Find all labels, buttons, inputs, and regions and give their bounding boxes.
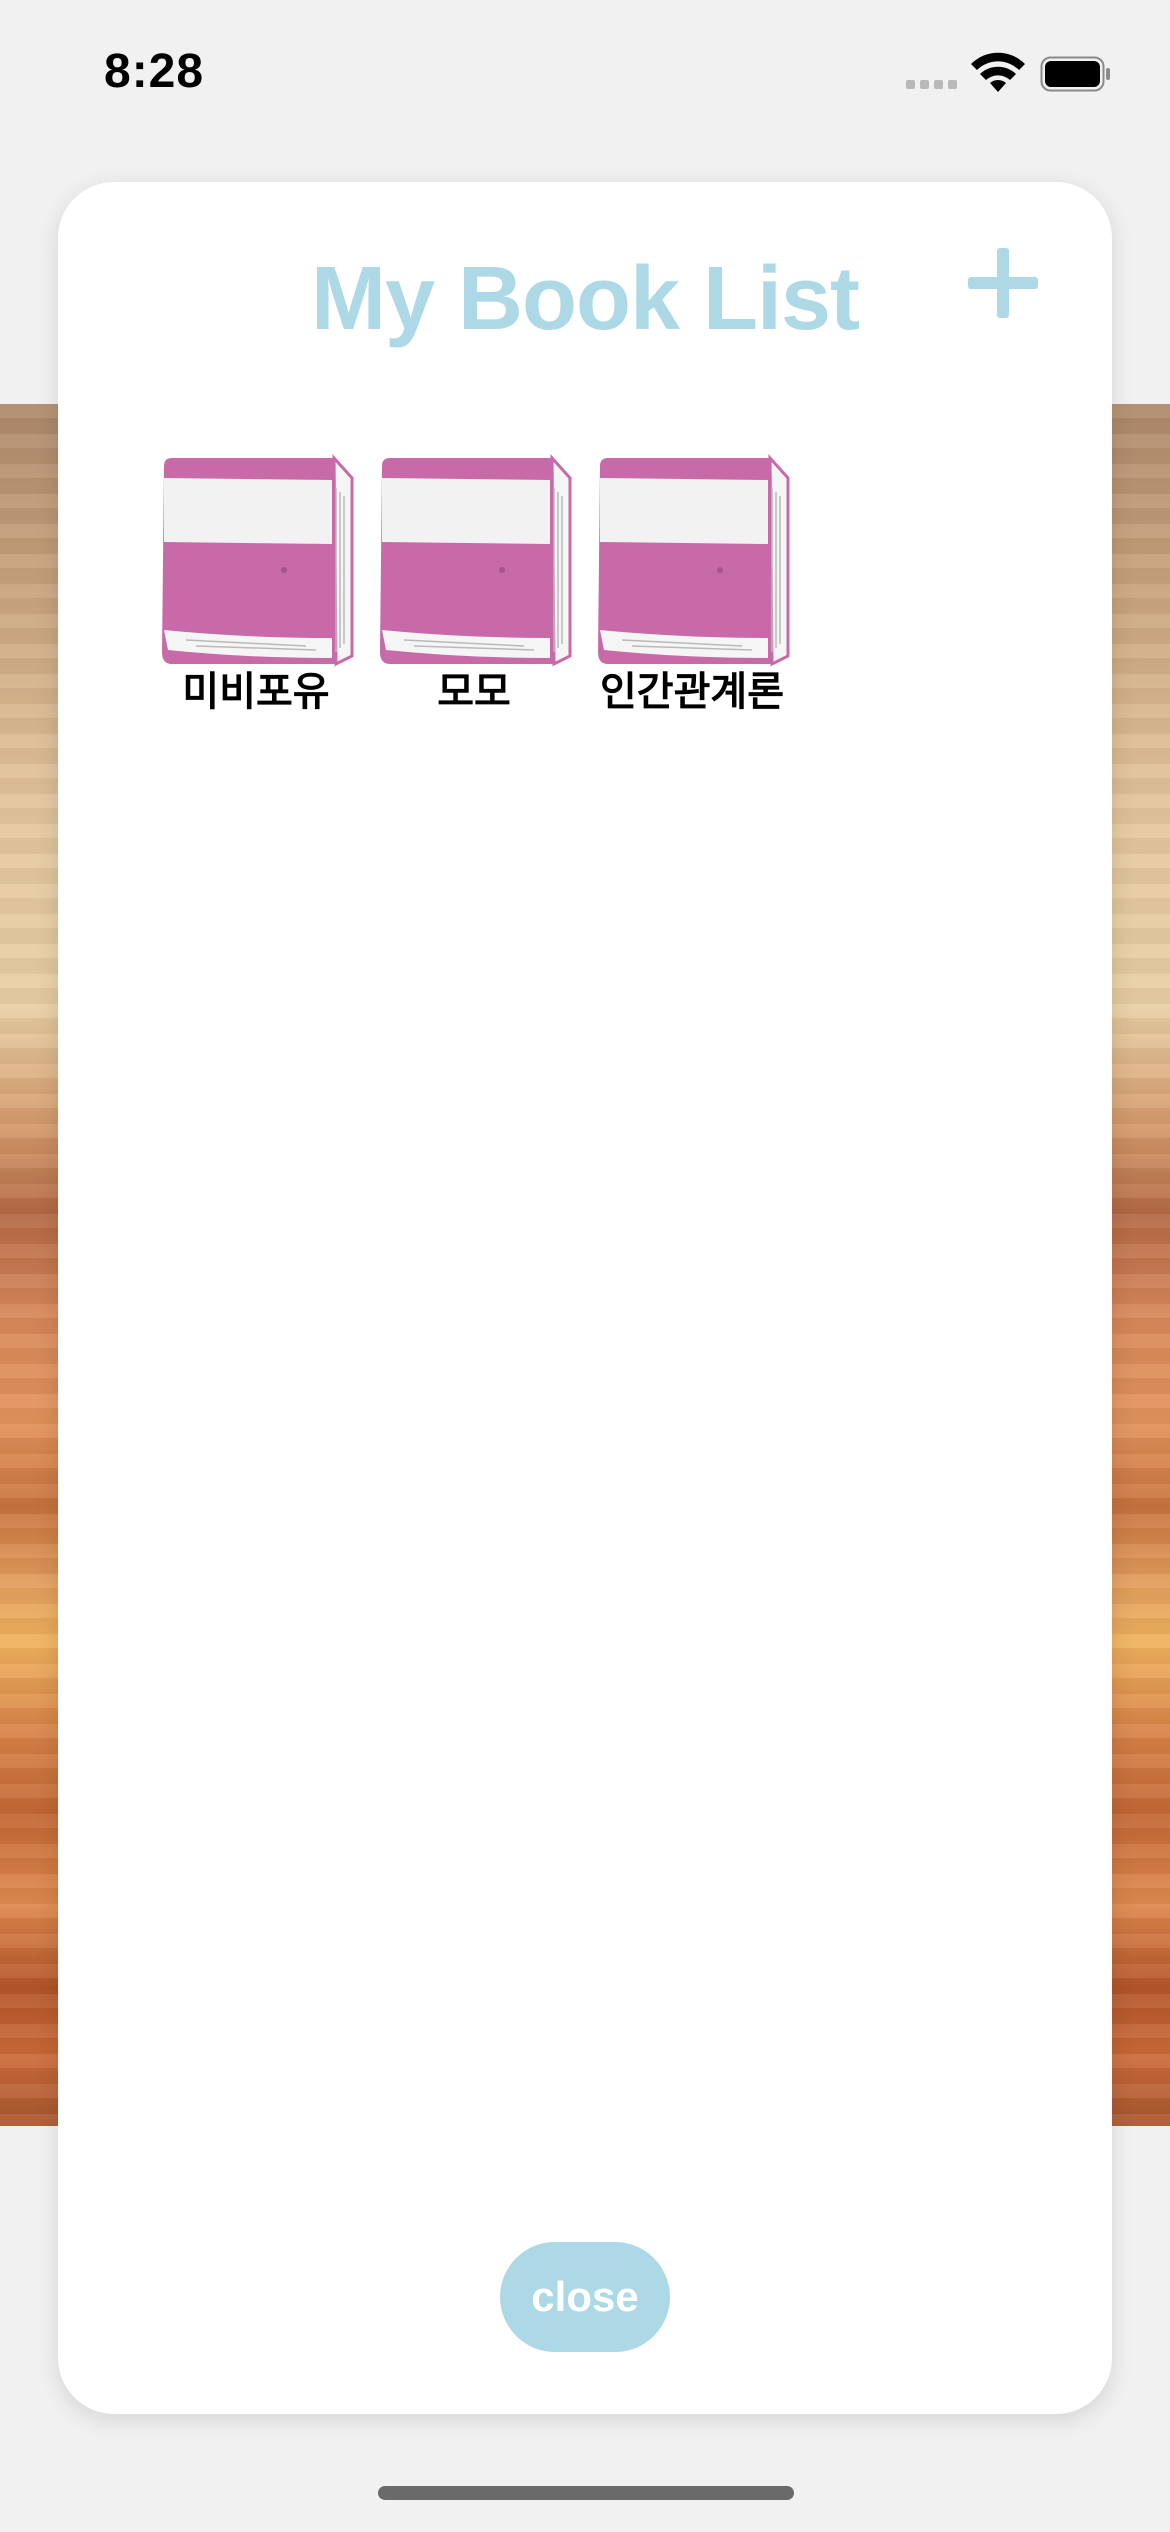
book-grid: 미비포유 모모 인간관계론 <box>156 452 792 714</box>
book-icon <box>380 454 572 667</box>
add-book-button[interactable] <box>958 238 1048 328</box>
book-item[interactable]: 인간관계론 <box>592 452 792 714</box>
book-title: 모모 <box>437 669 511 715</box>
book-title: 인간관계론 <box>600 669 784 715</box>
cellular-signal-icon <box>906 80 957 89</box>
book-icon <box>162 454 354 667</box>
book-title: 미비포유 <box>182 669 330 715</box>
status-bar: 8:28 <box>0 0 1170 150</box>
home-indicator[interactable] <box>378 2486 794 2500</box>
book-list-modal: My Book List 미비포유 모모 인간관계론 close <box>58 182 1112 2414</box>
book-item[interactable]: 모모 <box>374 452 574 714</box>
close-button[interactable]: close <box>500 2242 670 2352</box>
battery-icon <box>1040 56 1110 92</box>
status-time: 8:28 <box>104 45 205 98</box>
wifi-icon <box>971 52 1025 92</box>
page-title: My Book List <box>310 249 860 349</box>
book-icon <box>598 454 790 667</box>
book-item[interactable]: 미비포유 <box>156 452 356 714</box>
